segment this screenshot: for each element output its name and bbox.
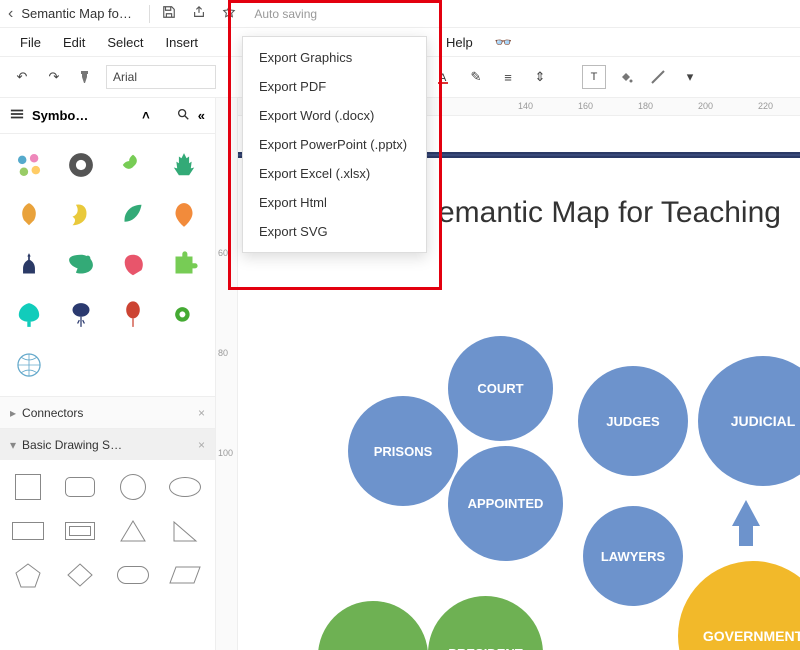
close-icon[interactable]: ×	[198, 438, 205, 452]
back-icon[interactable]: ‹	[8, 5, 13, 23]
align-icon[interactable]: ≡	[496, 65, 520, 89]
chevron-down-icon: ▾	[10, 438, 16, 452]
chevron-right-icon: ▸	[10, 406, 16, 420]
symbol-grid	[0, 134, 215, 396]
shape-triangle[interactable]	[113, 514, 153, 548]
undo-icon[interactable]: ↶	[10, 65, 34, 89]
close-icon[interactable]: ×	[198, 406, 205, 420]
symbol-item[interactable]	[60, 294, 102, 336]
menu-file[interactable]: File	[12, 31, 49, 54]
save-icon[interactable]	[158, 5, 180, 22]
bubble-judicial[interactable]: JUDICIAL	[698, 356, 800, 486]
arrow-icon	[732, 500, 760, 526]
symbol-item[interactable]	[112, 194, 154, 236]
symbol-item[interactable]	[163, 144, 205, 186]
shape-square[interactable]	[8, 470, 48, 504]
symbol-item[interactable]	[163, 194, 205, 236]
symbol-item[interactable]	[8, 194, 50, 236]
shape-right-triangle[interactable]	[165, 514, 205, 548]
autosave-label: Auto saving	[254, 7, 317, 21]
bubble-judges[interactable]: JUDGES	[578, 366, 688, 476]
shape-ellipse[interactable]	[165, 470, 205, 504]
panel-connectors-label: Connectors	[22, 406, 83, 420]
bubble-president[interactable]: PRESIDENT	[428, 596, 543, 650]
redo-icon[interactable]: ↷	[42, 65, 66, 89]
symbol-item[interactable]	[112, 244, 154, 286]
chevron-up-icon[interactable]: ˄	[142, 108, 150, 123]
divider	[149, 5, 150, 23]
bubble-green-left[interactable]	[318, 601, 428, 650]
symbol-item[interactable]	[8, 294, 50, 336]
panel-connectors[interactable]: ▸ Connectors ×	[0, 396, 215, 428]
shape-circle[interactable]	[113, 470, 153, 504]
symbol-item[interactable]	[8, 144, 50, 186]
shape-rect[interactable]	[8, 514, 48, 548]
shape-parallelogram[interactable]	[165, 558, 205, 592]
bubble-lawyers[interactable]: LAWYERS	[583, 506, 683, 606]
shape-rounded[interactable]	[60, 470, 100, 504]
arrow-stem	[739, 524, 753, 546]
bubble-appointed[interactable]: APPOINTED	[448, 446, 563, 561]
font-select[interactable]: Arial	[106, 65, 216, 89]
view-icon[interactable]: 👓	[487, 30, 520, 55]
export-graphics[interactable]: Export Graphics	[243, 43, 426, 72]
symbol-item[interactable]	[163, 244, 205, 286]
shape-grid	[0, 460, 215, 602]
library-title: Symbo…	[32, 108, 134, 123]
export-svg[interactable]: Export SVG	[243, 217, 426, 246]
line-icon[interactable]	[646, 65, 670, 89]
export-pdf[interactable]: Export PDF	[243, 72, 426, 101]
search-icon[interactable]	[176, 107, 190, 124]
highlight-icon[interactable]: ✎	[464, 65, 488, 89]
text-tool-icon[interactable]: T	[582, 65, 606, 89]
symbol-item[interactable]	[60, 194, 102, 236]
symbol-item[interactable]	[112, 144, 154, 186]
library-icon[interactable]	[10, 107, 24, 124]
bubble-court[interactable]: COURT	[448, 336, 553, 441]
export-menu: Export Graphics Export PDF Export Word (…	[242, 36, 427, 253]
symbol-item[interactable]	[112, 294, 154, 336]
symbol-item[interactable]	[60, 244, 102, 286]
format-painter-icon[interactable]	[74, 65, 98, 89]
shape-pentagon[interactable]	[8, 558, 48, 592]
shape-oval[interactable]	[113, 558, 153, 592]
export-html[interactable]: Export Html	[243, 188, 426, 217]
vertical-ruler: 60 80 100	[216, 98, 238, 650]
symbol-item[interactable]	[8, 344, 50, 386]
page-title[interactable]: emantic Map for Teaching	[438, 196, 781, 230]
export-word[interactable]: Export Word (.docx)	[243, 101, 426, 130]
shape-diamond[interactable]	[60, 558, 100, 592]
symbol-item[interactable]	[60, 144, 102, 186]
panel-basic-label: Basic Drawing S…	[22, 438, 122, 452]
symbol-item[interactable]	[8, 244, 50, 286]
collapse-icon[interactable]: «	[198, 108, 205, 123]
symbol-item[interactable]	[163, 294, 205, 336]
bubble-prisons[interactable]: PRISONS	[348, 396, 458, 506]
font-color-icon[interactable]: A	[432, 65, 456, 89]
menu-help[interactable]: Help	[438, 31, 481, 54]
shape-frame[interactable]	[60, 514, 100, 548]
export-ppt[interactable]: Export PowerPoint (.pptx)	[243, 130, 426, 159]
star-icon[interactable]	[218, 5, 240, 22]
export-icon[interactable]	[188, 5, 210, 22]
more-icon[interactable]: ▾	[678, 65, 702, 89]
export-xlsx[interactable]: Export Excel (.xlsx)	[243, 159, 426, 188]
bubble-government[interactable]: GOVERNMENT	[678, 561, 800, 650]
fill-icon[interactable]	[614, 65, 638, 89]
spacing-icon[interactable]: ⇕	[528, 65, 552, 89]
document-title: Semantic Map fo…	[21, 6, 141, 21]
menu-edit[interactable]: Edit	[55, 31, 93, 54]
menu-select[interactable]: Select	[99, 31, 151, 54]
menu-insert[interactable]: Insert	[158, 31, 207, 54]
panel-basic-shapes[interactable]: ▾ Basic Drawing S… ×	[0, 428, 215, 460]
